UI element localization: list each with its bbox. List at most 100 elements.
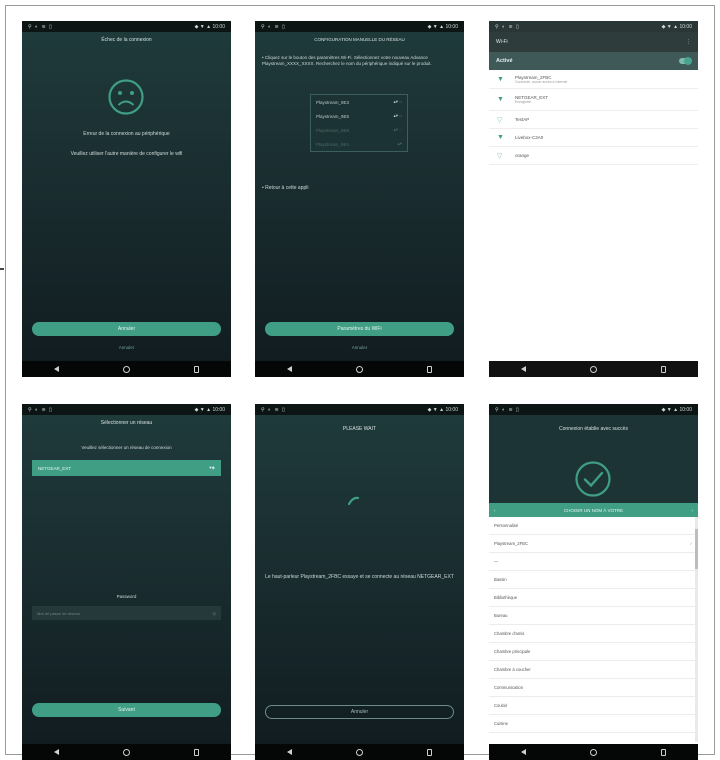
room-name-bar: ‹ CHOISIR UN NOM À VOTRE › <box>489 503 698 517</box>
navigation-bar <box>22 361 231 377</box>
navigation-bar <box>22 744 231 760</box>
wifi-signal-icon: ▴▾ ◌ <box>393 99 402 104</box>
room-item[interactable]: Bibliothèque <box>489 589 698 607</box>
network-status: Connecté, aucun accès à Internet <box>515 80 568 84</box>
cancel-button[interactable]: Annuler <box>265 705 454 719</box>
wifi-network-item[interactable]: ▼ Livebox-C3A0 <box>489 129 698 147</box>
network-item[interactable]: Playstream_9E5 ▴▾ ◌ <box>311 109 407 123</box>
screen-title: CONFIGURATION MANUELLE DU RÉSEAU <box>314 37 405 42</box>
room-bar-label: CHOISIR UN NOM À VOTRE <box>563 507 624 513</box>
wifi-network-item[interactable]: ▼ Playstream_2FBC Connecté, aucun accès à… <box>489 71 698 89</box>
check-icon: ✓ <box>689 541 693 546</box>
chevron-right-icon[interactable]: › <box>691 508 693 513</box>
wifi-signal-icon: ▴▾ ◌ <box>393 127 402 132</box>
wifi-lock-icon: ▾◈ <box>209 465 215 470</box>
back-icon[interactable] <box>521 749 526 755</box>
network-item[interactable]: Playstream_9E3 ▴▾ ◌ <box>311 95 407 109</box>
home-icon[interactable] <box>123 365 130 373</box>
back-icon[interactable] <box>54 749 59 755</box>
network-item[interactable]: Playstream_9E8 ▴▾ ◌ <box>311 123 407 137</box>
cancel-button[interactable]: Annuler <box>32 322 221 336</box>
status-bar: ⚲ ◐ ≋ ▯ ◆ ▼ ▲ 10:00 <box>489 404 698 415</box>
status-bar: ⚲ ◐ ≋ ▯ ◆ ▼ ▲ 10:00 <box>255 404 464 415</box>
wifi-signal-icon: ▴▾ ◌ <box>393 113 402 118</box>
room-item[interactable]: Chambre principale <box>489 643 698 661</box>
room-item[interactable]: Playstream_2FBC ✓ <box>489 535 698 553</box>
network-name: Playstream_9E3 <box>316 99 350 105</box>
wifi-network-item[interactable]: ▽ TestAP <box>489 111 698 129</box>
network-item[interactable]: Playstream_9EA ▴▾ <box>311 137 407 151</box>
selected-network-row[interactable]: NETGEAR_EXT ▾◈ <box>32 460 221 476</box>
home-icon[interactable] <box>590 748 597 756</box>
room-item[interactable]: Bassin <box>489 571 698 589</box>
chevron-left-icon[interactable]: ‹ <box>494 508 496 513</box>
hint-message: Veuillez utiliser l'autre manière de con… <box>70 151 183 157</box>
wifi-toggle[interactable] <box>679 57 692 65</box>
screen-wifi-settings: ⚲ ◐ ≋ ▯ ◆ ▼ ▲ 10:00 Wi-Fi ⋮ Activé ▼ Pla… <box>489 21 698 377</box>
status-bar: ⚲ ◐ ≋ ▯ ◆ ▼ ▲ 10:00 <box>489 21 698 32</box>
screen-title: Sélectionner un réseau <box>100 420 153 426</box>
room-name: Bureau <box>494 613 508 618</box>
overflow-menu-icon[interactable]: ⋮ <box>686 39 691 45</box>
side-mark <box>0 268 4 270</box>
cancel-link[interactable]: Annuler <box>255 345 464 350</box>
activation-label: Activé <box>496 58 513 64</box>
home-icon[interactable] <box>590 365 597 373</box>
home-icon[interactable] <box>123 748 130 756</box>
room-name: Couloir <box>494 703 508 708</box>
room-name: Bassin <box>494 577 507 582</box>
back-icon[interactable] <box>287 366 292 372</box>
recent-apps-icon[interactable] <box>661 365 666 373</box>
wifi-lock-icon: ▼ <box>497 96 504 103</box>
loading-spinner-icon <box>347 496 360 506</box>
room-item[interactable]: Chambre d'amis <box>489 625 698 643</box>
screen-subtitle: Veuillez sélectionner un réseau de conne… <box>81 445 172 450</box>
back-icon[interactable] <box>287 749 292 755</box>
wifi-network-item[interactable]: ▼ NETGEAR_EXT Enregistré <box>489 89 698 111</box>
recent-apps-icon[interactable] <box>661 748 666 756</box>
wifi-lock-icon: ▼ <box>497 134 504 141</box>
wifi-settings-button[interactable]: Paramètres du WiFi <box>265 322 454 336</box>
home-icon[interactable] <box>356 748 363 756</box>
back-icon[interactable] <box>54 366 59 372</box>
sad-face-icon <box>108 79 144 115</box>
room-name: Playstream_2FBC <box>494 541 528 546</box>
network-name: Playstream_9EA <box>316 141 350 147</box>
recent-apps-icon[interactable] <box>427 748 432 756</box>
network-name: Playstream_9E8 <box>316 127 350 133</box>
instructions-text: • Cliquez sur le bouton des paramètres W… <box>262 55 432 66</box>
room-name: — <box>494 559 499 564</box>
scrollbar-thumb[interactable] <box>695 529 698 569</box>
back-icon[interactable] <box>521 366 526 372</box>
room-item[interactable]: Communication <box>489 679 698 697</box>
wifi-signal-icon: ▴▾ <box>397 141 402 146</box>
screen-title: PLEASE WAIT <box>342 426 377 432</box>
status-icons-left: ⚲ ◐ ≋ ▯ <box>28 406 53 413</box>
eye-icon[interactable]: ◎ <box>213 611 217 616</box>
recent-apps-icon[interactable] <box>194 365 199 373</box>
recent-apps-icon[interactable] <box>427 365 432 373</box>
status-bar: ⚲ ◐ ≋ ▯ ◆ ▼ ▲ 10:00 <box>255 21 464 32</box>
status-icons-right: ◆ ▼ ▲ 10:00 <box>661 406 692 413</box>
status-bar: ⚲ ◐ ≋ ▯ ◆ ▼ ▲ 10:00 <box>22 21 231 32</box>
cancel-link[interactable]: Annuler <box>22 345 231 350</box>
recent-apps-icon[interactable] <box>194 748 199 756</box>
wifi-network-item[interactable]: ▽ orange <box>489 147 698 165</box>
return-instruction: • Retour à cette appli <box>262 185 309 191</box>
home-icon[interactable] <box>356 365 363 373</box>
check-circle-icon <box>575 461 611 497</box>
room-item[interactable]: Bureau <box>489 607 698 625</box>
room-name: Communication <box>494 685 524 690</box>
status-icons-left: ⚲ ◐ ≋ ▯ <box>261 406 286 413</box>
toolbar-title: Wi-Fi <box>496 39 508 45</box>
room-item[interactable]: Couloir <box>489 697 698 715</box>
password-field[interactable]: Mot de passe de réseau ◎ <box>32 606 221 620</box>
wifi-network-list: ▼ Playstream_2FBC Connecté, aucun accès à… <box>489 71 698 165</box>
next-button[interactable]: Suivant <box>32 703 221 717</box>
room-item[interactable]: Cuisine <box>489 715 698 733</box>
room-item[interactable]: Personnalisé <box>489 517 698 535</box>
wifi-icon: ▽ <box>497 116 503 124</box>
screen-error: ⚲ ◐ ≋ ▯ ◆ ▼ ▲ 10:00 Échec de la connexio… <box>22 21 231 377</box>
room-item[interactable]: — <box>489 553 698 571</box>
room-item[interactable]: Chambre à coucher <box>489 661 698 679</box>
